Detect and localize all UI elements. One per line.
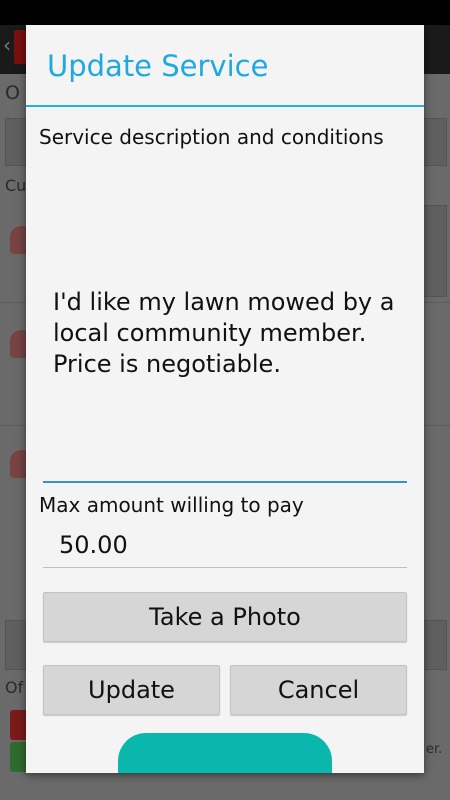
background-label: Of	[5, 678, 24, 697]
background-label: Cu	[5, 176, 27, 195]
update-service-dialog: Update Service Service description and c…	[26, 25, 424, 773]
back-arrow-icon: ‹	[3, 33, 11, 57]
background-trailing-text: er.	[426, 742, 443, 757]
amount-field[interactable]: 50.00	[43, 525, 407, 568]
description-field[interactable]: I'd like my lawn mowed by a local commun…	[43, 185, 407, 483]
amount-value: 50.00	[59, 531, 128, 559]
take-photo-button[interactable]: Take a Photo	[43, 592, 407, 642]
app-icon	[14, 30, 26, 64]
title-divider	[26, 105, 424, 107]
update-button[interactable]: Update	[43, 665, 220, 715]
description-text: I'd like my lawn mowed by a local commun…	[53, 287, 395, 378]
amount-label: Max amount willing to pay	[39, 493, 304, 517]
dialog-title: Update Service	[47, 49, 269, 83]
teal-action-button[interactable]	[118, 733, 332, 773]
cancel-button[interactable]: Cancel	[230, 665, 407, 715]
description-label: Service description and conditions	[39, 125, 384, 149]
background-title: O	[5, 82, 20, 104]
status-bar	[0, 0, 450, 25]
